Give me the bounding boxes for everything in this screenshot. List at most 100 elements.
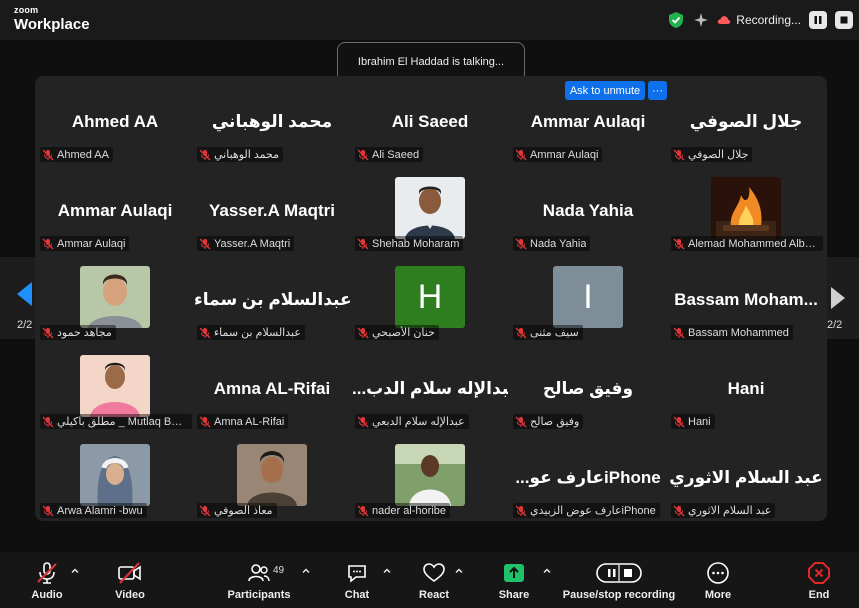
participant-label: Ahmed AA (40, 147, 113, 162)
logo-big-text: Workplace (14, 16, 90, 33)
recording-indicator[interactable]: Recording... (717, 13, 801, 27)
pause-stop-recording-icon (596, 563, 642, 583)
participant-tile[interactable]: I سيف مثنى (510, 257, 666, 344)
arrow-right-icon (831, 287, 845, 309)
participant-photo (80, 355, 150, 417)
chat-options-caret-icon[interactable] (382, 566, 392, 576)
pause-icon (814, 16, 822, 24)
mic-muted-icon (673, 238, 685, 249)
participant-name: Nada Yahia (542, 201, 634, 220)
participant-tile[interactable]: H حنان الأصبحي (352, 257, 508, 344)
mic-muted-icon (515, 238, 527, 249)
participant-name: Amna AL-Rifai (213, 379, 331, 398)
mic-muted-icon (199, 416, 211, 427)
participant-name: Ammar Aulaqi (530, 112, 646, 131)
participant-tile[interactable]: Hani Hani (668, 346, 824, 433)
participant-tile[interactable]: Alemad Mohammed Alba... (668, 168, 824, 255)
participant-label: حنان الأصبحي (355, 325, 439, 340)
shield-check-icon[interactable] (667, 11, 685, 29)
participant-tile[interactable]: Shehab Moharam (352, 168, 508, 255)
initial-avatar: I (553, 266, 623, 328)
logo-small-text: zoom (14, 5, 39, 15)
participant-tile[interactable]: Ahmed AA Ahmed AA (37, 79, 193, 166)
react-label: React (419, 589, 449, 601)
mic-muted-icon (199, 238, 211, 249)
participant-label: Bassam Mohammed (671, 325, 793, 340)
audio-label: Audio (31, 589, 63, 601)
participant-tile[interactable]: عبدالسلام بن سماء عبدالسلام بن سماء (194, 257, 350, 344)
tile-more-options-button[interactable]: ··· (648, 81, 667, 100)
react-button[interactable]: React (418, 560, 450, 604)
participant-name: عبد السلام الاثوري (669, 468, 823, 487)
more-label: More (704, 589, 732, 601)
end-meeting-button[interactable]: End (804, 560, 834, 604)
video-button[interactable]: Video (113, 560, 147, 604)
share-options-caret-icon[interactable] (542, 566, 552, 576)
participant-tile[interactable]: ...عبدالإله سلام الدب عبدالإله سلام الدب… (352, 346, 508, 433)
participant-tile[interactable]: Ali Saeed Ali Saeed (352, 79, 508, 166)
page-indicator-left: 2/2 (17, 319, 33, 331)
mic-muted-icon (515, 149, 527, 160)
mic-muted-icon (357, 505, 369, 516)
mic-muted-icon (515, 505, 527, 516)
participant-tile[interactable]: عبد السلام الاثوري عبد السلام الاثوري (668, 435, 824, 521)
more-button[interactable]: More (701, 560, 735, 604)
participant-tile[interactable]: معاذ الصوفي (194, 435, 350, 521)
participant-name: Ahmed AA (71, 112, 159, 131)
participant-name: Ammar Aulaqi (57, 201, 173, 220)
ask-to-unmute-button[interactable]: Ask to unmute (565, 81, 645, 100)
participant-label: Ali Saeed (355, 147, 424, 162)
chat-button[interactable]: Chat (341, 560, 373, 604)
participant-tile[interactable]: Yasser.A Maqtri Yasser.A Maqtri (194, 168, 350, 255)
mic-muted-icon (673, 416, 685, 427)
participant-tile[interactable]: مطلق باكيلي _ Mutlaq Bak... (37, 346, 193, 433)
share-button[interactable]: Share (497, 560, 531, 604)
pause-recording-button[interactable] (809, 11, 827, 29)
mic-muted-icon (673, 149, 685, 160)
participant-name: Ali Saeed (391, 112, 469, 131)
mic-muted-icon (357, 238, 369, 249)
participant-tile[interactable]: Nada Yahia Nada Yahia (510, 168, 666, 255)
participant-label: وفيق صالح (513, 414, 584, 429)
cloud-record-icon (718, 16, 731, 24)
end-call-icon (808, 562, 830, 584)
participant-tile[interactable]: مجاهد حمود (37, 257, 193, 344)
pause-stop-recording-button[interactable]: Pause/stop recording (563, 560, 675, 604)
participant-tile[interactable]: محمد الوهباني محمد الوهباني (194, 79, 350, 166)
participant-tile[interactable]: nader al-horibe (352, 435, 508, 521)
participant-label: Alemad Mohammed Alba... (671, 236, 823, 251)
mic-muted-icon (357, 416, 369, 427)
participant-label: محمد الوهباني (197, 147, 283, 162)
mic-muted-icon (199, 505, 211, 516)
mic-muted-icon (357, 149, 369, 160)
mic-muted-icon (673, 505, 685, 516)
heart-icon (423, 563, 445, 582)
participants-options-caret-icon[interactable] (301, 566, 311, 576)
participant-tile[interactable]: وفيق صالح وفيق صالح (510, 346, 666, 433)
participant-tile[interactable]: Amna AL-Rifai Amna AL-Rifai (194, 346, 350, 433)
ai-sparkle-icon[interactable] (693, 12, 709, 28)
participant-photo (395, 444, 465, 506)
participant-tile[interactable]: جلال الصوفي جلال الصوفي (668, 79, 824, 166)
mic-muted-icon (199, 327, 211, 338)
mic-muted-icon (37, 562, 57, 584)
participant-name: Yasser.A Maqtri (209, 201, 335, 220)
mic-muted-icon (673, 327, 685, 338)
mic-muted-icon (199, 149, 211, 160)
audio-options-caret-icon[interactable] (70, 566, 80, 576)
react-options-caret-icon[interactable] (454, 566, 464, 576)
mic-muted-icon (357, 327, 369, 338)
stop-recording-button[interactable] (835, 11, 853, 29)
mic-muted-icon (42, 505, 54, 516)
participant-label: Hani (671, 414, 715, 429)
top-bar: zoom Workplace Recording... (0, 0, 859, 40)
participant-tile[interactable]: ...عارف عوiPhone عارف عوض الزبيديiPhone (510, 435, 666, 521)
previous-page-button[interactable]: 2/2 (0, 257, 40, 339)
participant-tile[interactable]: Arwa Alamri -bwu (37, 435, 193, 521)
participant-tile[interactable]: Bassam Moham... Bassam Mohammed (668, 257, 824, 344)
participant-tile[interactable]: Ammar Aulaqi Ammar Aulaqi (37, 168, 193, 255)
audio-button[interactable]: Audio (30, 560, 64, 604)
participant-label: معاذ الصوفي (197, 503, 277, 518)
participant-label: Shehab Moharam (355, 236, 464, 251)
participant-label: Ammar Aulaqi (513, 147, 603, 162)
